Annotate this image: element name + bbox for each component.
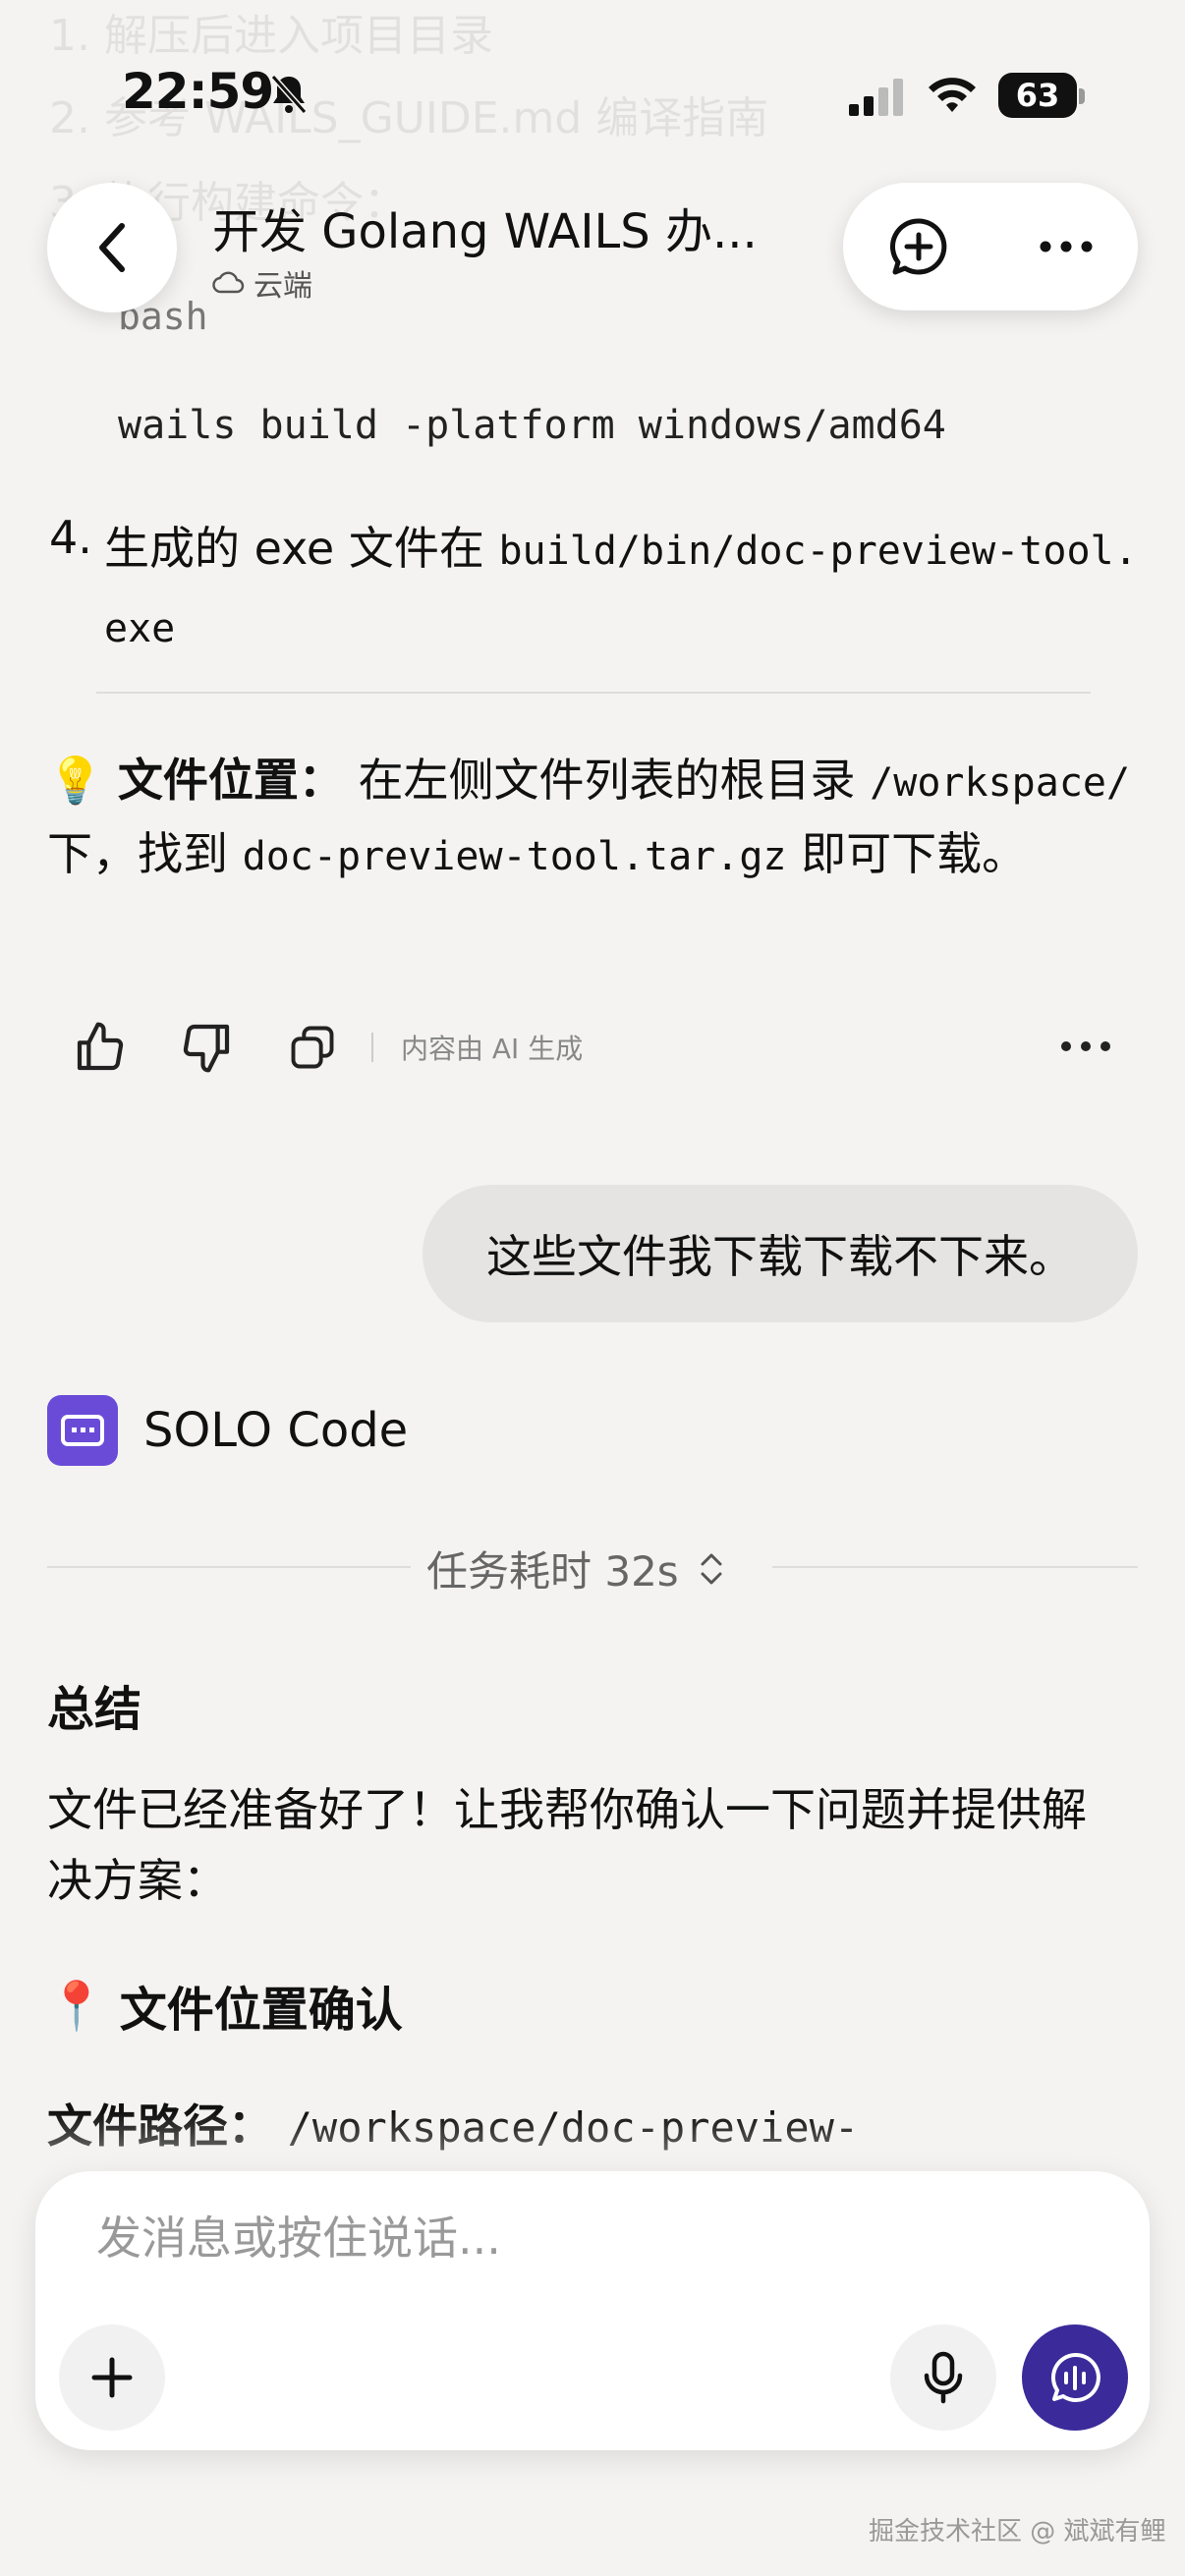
- copy-icon[interactable]: [281, 1016, 344, 1079]
- microphone-icon: [924, 2351, 963, 2404]
- location-heading: 📍 文件位置确认: [47, 1971, 403, 2040]
- plus-icon: [91, 2357, 133, 2398]
- header-actions: [843, 183, 1138, 310]
- chevron-left-icon: [99, 223, 125, 272]
- message-actions: 内容由 AI 生成: [69, 1012, 583, 1083]
- solo-code-logo-icon: [47, 1395, 118, 1466]
- message-input[interactable]: [94, 2211, 1081, 2266]
- code-line: wails build -platform windows/amd64: [118, 403, 946, 448]
- root-path: /workspace/: [870, 760, 1131, 806]
- more-options-button[interactable]: [1022, 212, 1110, 281]
- new-chat-icon: [889, 218, 947, 275]
- thumbs-down-icon[interactable]: [175, 1016, 238, 1079]
- ellipsis-icon: [1061, 1041, 1110, 1051]
- status-time: 22:59: [122, 63, 274, 120]
- ghost-text-line: 1. 解压后进入项目目录: [49, 11, 493, 61]
- expand-collapse-icon: [701, 1553, 722, 1584]
- pin-icon: 📍: [47, 1978, 106, 2034]
- cloud-icon: [212, 271, 245, 294]
- tip-text: 在左侧文件列表的根目录: [343, 754, 871, 807]
- divider: [47, 1566, 411, 1568]
- step4-text: 生成的 exe 文件在: [104, 522, 499, 575]
- separator: [371, 1033, 373, 1062]
- cellular-signal-icon: [849, 77, 904, 116]
- tip-label: 文件位置：: [117, 754, 344, 807]
- battery-icon: 63: [998, 73, 1077, 118]
- user-message-text: 这些文件我下载下载不下来。: [486, 1230, 1074, 1283]
- watermark: 掘金技术社区 @ 斌斌有鲤: [869, 2517, 1166, 2547]
- tip-text: 下，找到: [47, 827, 243, 880]
- divider: [772, 1566, 1138, 1568]
- add-attachment-button[interactable]: [59, 2324, 165, 2431]
- list-item-step4: 生成的 exe 文件在 build/bin/doc-preview-tool.e…: [104, 511, 1146, 666]
- new-chat-button[interactable]: [884, 212, 953, 281]
- summary-heading: 总结: [47, 1682, 142, 1737]
- message-more-button[interactable]: [1051, 1022, 1120, 1071]
- back-button[interactable]: [47, 183, 177, 312]
- user-message-bubble: 这些文件我下载下载不下来。: [423, 1185, 1138, 1322]
- bell-muted-icon: [269, 73, 309, 116]
- tip-text: 即可下载。: [786, 827, 1028, 880]
- archive-filename: doc-preview-tool.tar.gz: [242, 834, 787, 879]
- battery-level: 63: [1015, 77, 1060, 114]
- voice-chat-icon: [1050, 2352, 1100, 2402]
- wifi-icon: [926, 73, 979, 116]
- lightbulb-icon: 💡: [47, 754, 104, 807]
- list-number: 4.: [49, 511, 92, 564]
- location-heading-text: 文件位置确认: [119, 1983, 403, 2038]
- task-duration-text: 任务耗时 32s: [426, 1547, 679, 1596]
- subtitle-text: 云端: [254, 269, 312, 304]
- summary-text: 文件已经准备好了！让我帮你确认一下问题并提供解决方案：: [47, 1783, 1087, 1907]
- voice-chat-button[interactable]: [1022, 2324, 1128, 2431]
- battery-cap: [1079, 88, 1085, 104]
- thumbs-up-icon[interactable]: [69, 1016, 132, 1079]
- microphone-button[interactable]: [890, 2324, 996, 2431]
- ai-generated-note: 内容由 AI 生成: [401, 1033, 584, 1065]
- task-duration-toggle[interactable]: 任务耗时 32s: [426, 1539, 724, 1598]
- page-subtitle: 云端: [212, 261, 312, 305]
- message-composer: [35, 2171, 1150, 2450]
- divider: [96, 692, 1091, 694]
- assistant-name: SOLO Code: [143, 1403, 409, 1458]
- page-title: 开发 Golang WAILS 办...: [212, 204, 758, 259]
- file-location-tip: 💡 文件位置： 在左侧文件列表的根目录 /workspace/ 下，找到 doc…: [47, 745, 1138, 892]
- ellipsis-icon: [1040, 241, 1093, 252]
